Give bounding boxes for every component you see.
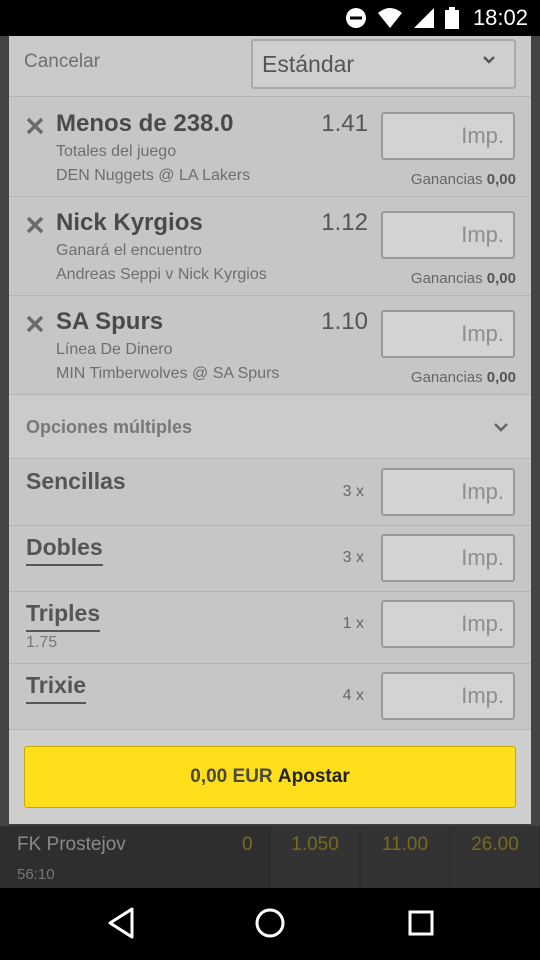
selection-name: Menos de 238.0 — [56, 110, 234, 137]
cell-signal-icon — [413, 8, 434, 28]
bet-selection: SA Spurs Línea De Dinero MIN Timberwolve… — [9, 296, 531, 395]
winnings-label: Ganancias 0,00 — [411, 171, 516, 188]
selection-name: SA Spurs — [56, 308, 164, 335]
back-icon[interactable] — [106, 906, 136, 940]
remove-selection-icon[interactable] — [25, 314, 45, 334]
stake-input[interactable]: Imp. — [381, 468, 515, 516]
home-icon[interactable] — [254, 906, 286, 940]
winnings-value: 0,00 — [486, 270, 516, 287]
background-odd: 11.00 — [361, 826, 449, 888]
multiple-name[interactable]: Dobles — [26, 534, 103, 566]
stake-placeholder: Imp. — [461, 611, 504, 636]
bet-selection: Nick Kyrgios Ganará el encuentro Andreas… — [9, 197, 531, 296]
event-name: Andreas Seppi v Nick Kyrgios — [56, 266, 267, 283]
multiple-row-trebles: Triples 1.75 1 x Imp. — [9, 592, 531, 664]
multiple-count: 3 x — [342, 483, 364, 500]
multiple-odds: 1.75 — [26, 634, 58, 651]
chevron-down-icon — [494, 423, 508, 432]
stake-placeholder: Imp. — [461, 321, 504, 346]
background-clock: 56:10 — [17, 866, 55, 883]
winnings-label: Ganancias 0,00 — [411, 270, 516, 287]
bet-mode-select[interactable]: Estándar — [251, 39, 516, 89]
battery-icon — [444, 7, 459, 29]
stake-input[interactable]: Imp. — [381, 211, 515, 259]
stake-input[interactable]: Imp. — [381, 310, 515, 358]
stake-placeholder: Imp. — [461, 222, 504, 247]
do-not-disturb-icon — [345, 8, 366, 28]
multiple-count: 1 x — [342, 615, 364, 632]
stake-placeholder: Imp. — [461, 545, 504, 570]
stake-input[interactable]: Imp. — [381, 534, 515, 582]
multiple-count: 3 x — [342, 549, 364, 566]
navigation-bar — [0, 888, 540, 960]
place-bet-button[interactable]: 0,00 EUR Apostar — [24, 746, 516, 808]
winnings-text: Ganancias — [410, 369, 483, 386]
event-name: MIN Timberwolves @ SA Spurs — [56, 365, 280, 382]
background-event-row: FK Prostejov 56:10 0 1.050 11.00 26.00 — [0, 826, 540, 888]
selection-name: Nick Kyrgios — [56, 209, 203, 236]
stake-placeholder: Imp. — [461, 479, 504, 504]
cancel-button[interactable]: Cancelar — [24, 51, 100, 73]
background-team: FK Prostejov — [17, 834, 126, 855]
stake-input[interactable]: Imp. — [381, 112, 515, 160]
chevron-down-icon — [483, 56, 495, 64]
background-edge-left — [0, 36, 9, 826]
bet-selection: Menos de 238.0 Totales del juego DEN Nug… — [9, 98, 531, 197]
selection-odds: 1.12 — [321, 209, 368, 236]
event-name: DEN Nuggets @ LA Lakers — [56, 167, 251, 184]
multiple-row-trixie: Trixie 4 x Imp. — [9, 664, 531, 730]
recents-icon[interactable] — [406, 906, 436, 940]
stake-input[interactable]: Imp. — [381, 600, 515, 648]
stake-placeholder: Imp. — [461, 683, 504, 708]
clock-time: 18:02 — [472, 5, 528, 30]
stake-placeholder: Imp. — [461, 123, 504, 148]
selection-odds: 1.41 — [321, 110, 368, 137]
stake-input[interactable]: Imp. — [381, 672, 515, 720]
market-name: Ganará el encuentro — [56, 242, 202, 259]
remove-selection-icon[interactable] — [25, 116, 45, 136]
remove-selection-icon[interactable] — [25, 215, 45, 235]
multiple-row-doubles: Dobles 3 x Imp. — [9, 526, 531, 592]
multiples-toggle[interactable]: Opciones múltiples — [9, 395, 531, 459]
bet-mode-value: Estándar — [262, 51, 355, 77]
multiple-name: Sencillas — [26, 468, 126, 494]
multiple-name[interactable]: Trixie — [26, 672, 87, 704]
bet-slip-modal: Cancelar Estándar Menos de 238.0 Totales… — [9, 36, 531, 824]
bet-slip-footer: 0,00 EUR Apostar — [9, 730, 531, 824]
multiple-row-singles: Sencillas 3 x Imp. — [9, 460, 531, 526]
multiples-title: Opciones múltiples — [26, 417, 193, 437]
background-odd: 1.050 — [271, 826, 359, 888]
market-name: Línea De Dinero — [56, 341, 173, 358]
winnings-value: 0,00 — [486, 369, 516, 386]
winnings-label: Ganancias 0,00 — [411, 369, 516, 386]
multiple-name[interactable]: Triples — [26, 600, 101, 632]
selection-odds: 1.10 — [321, 308, 368, 335]
place-bet-label: Apostar — [277, 766, 350, 787]
wifi-icon — [377, 8, 402, 28]
status-bar: 18:02 — [0, 0, 540, 36]
winnings-text: Ganancias — [410, 171, 483, 188]
winnings-value: 0,00 — [486, 171, 516, 188]
background-odd: 26.00 — [451, 826, 539, 888]
background-edge-right — [531, 36, 540, 826]
market-name: Totales del juego — [56, 143, 177, 160]
background-score: 0 — [242, 834, 253, 855]
bet-slip-header: Cancelar Estándar — [9, 36, 531, 97]
multiple-count: 4 x — [342, 687, 364, 704]
total-stake: 0,00 EUR — [190, 766, 273, 787]
winnings-text: Ganancias — [410, 270, 483, 287]
